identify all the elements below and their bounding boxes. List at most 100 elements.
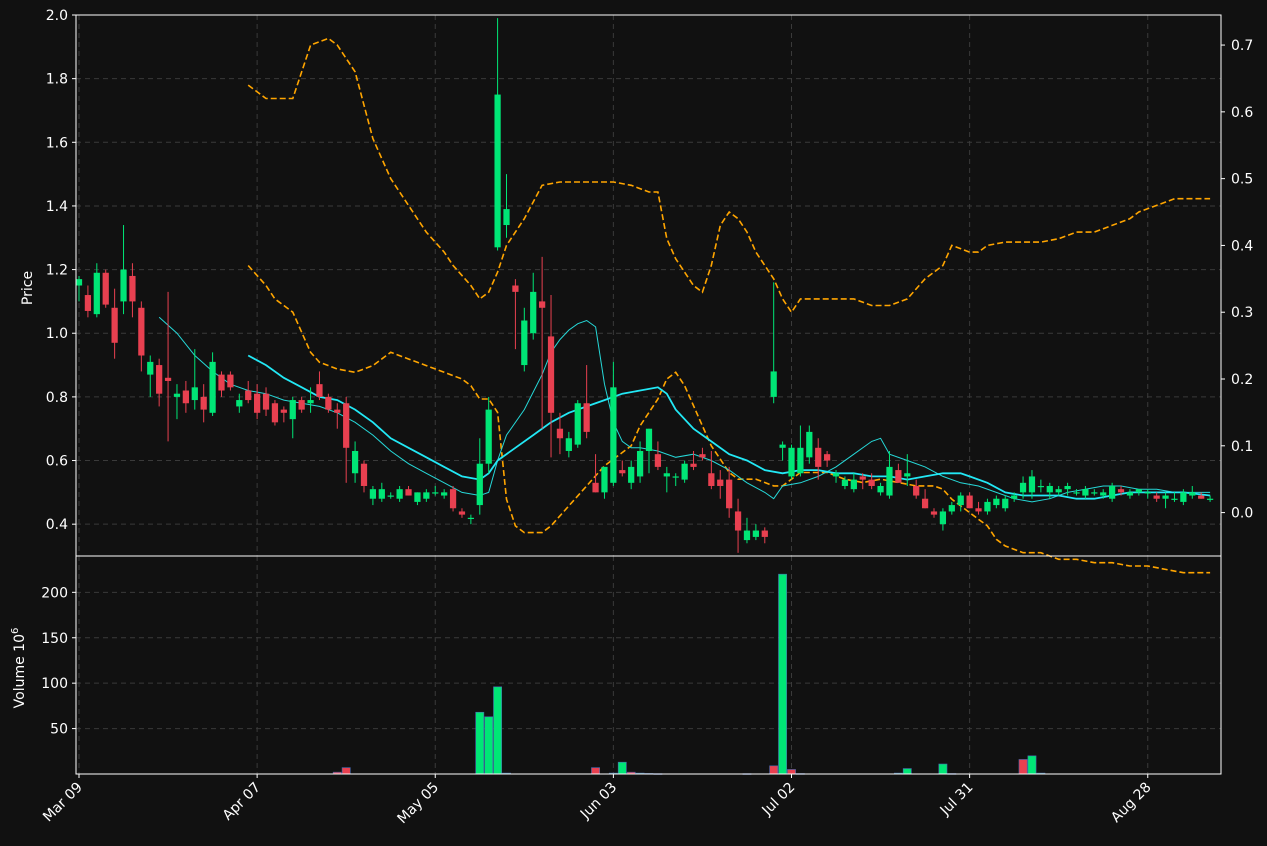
volume-bar	[493, 686, 502, 775]
candle-body	[619, 470, 626, 474]
candle-body	[574, 403, 581, 445]
candle-body	[628, 466, 635, 483]
candle-body	[547, 336, 555, 413]
volume-bar	[484, 716, 494, 775]
candle-body	[850, 479, 857, 490]
candle-body	[1135, 489, 1142, 493]
candle-body	[797, 447, 804, 474]
candle-body	[654, 454, 662, 467]
candle-body	[1117, 489, 1125, 493]
volume-bar	[475, 711, 485, 775]
price-tick-label: 2.0	[46, 8, 68, 24]
secondary-tick-label: 0.6	[1231, 105, 1253, 121]
candle-body	[530, 291, 537, 334]
price-tick-label: 0.6	[46, 454, 68, 470]
candle-body	[164, 377, 172, 381]
candle-body	[325, 396, 332, 410]
candle-body	[432, 492, 439, 494]
candle-body	[806, 431, 813, 458]
candle-body	[1189, 492, 1196, 496]
candle-body	[939, 511, 947, 525]
candle-body	[209, 361, 216, 413]
candle	[271, 400, 279, 426]
candle-body	[966, 495, 973, 509]
candle-body	[467, 517, 474, 520]
candle-body	[227, 374, 234, 388]
candle-body	[1019, 482, 1027, 493]
candle-body	[761, 530, 768, 537]
candle-body	[1171, 498, 1178, 500]
candle-body	[191, 387, 198, 401]
candle-body	[1064, 485, 1071, 490]
candle-body	[539, 301, 546, 308]
candle-body	[743, 530, 751, 541]
candle-body	[984, 501, 991, 512]
candle-body	[645, 428, 653, 451]
candle-body	[316, 384, 323, 397]
candle-body	[708, 473, 715, 486]
candle-body	[601, 466, 608, 493]
candle	[574, 400, 581, 448]
candle-body	[378, 489, 385, 499]
candle-body	[156, 365, 163, 394]
candle-body	[824, 454, 831, 461]
candle-body	[779, 444, 786, 448]
candle-body	[458, 511, 466, 515]
volume-bar	[617, 761, 627, 775]
candle-body	[441, 492, 448, 496]
volume-axis-label: Volume 106	[10, 628, 28, 709]
volume-bar	[1027, 755, 1037, 775]
candle-body	[494, 94, 501, 248]
candle-body	[1046, 485, 1053, 493]
candle-body	[672, 476, 679, 478]
volume-axis-exponent: 6	[10, 628, 21, 634]
volume-bar	[787, 769, 796, 775]
candle-body	[200, 396, 207, 410]
candle	[209, 352, 216, 416]
price-tick-label: 1.8	[46, 72, 68, 88]
candle-body	[975, 508, 982, 512]
candle-body	[636, 450, 644, 477]
candle-body	[832, 473, 840, 477]
candle-body	[1055, 489, 1062, 493]
secondary-tick-label: 0.7	[1231, 38, 1253, 54]
candle-body	[1198, 495, 1205, 499]
volume-tick-label: 50	[50, 722, 68, 738]
candle-body	[245, 390, 252, 401]
candle-body	[289, 400, 296, 420]
candle-body	[948, 505, 955, 512]
candle-body	[957, 495, 964, 506]
candle	[449, 485, 457, 512]
volume-bar	[591, 767, 600, 775]
candle-body	[503, 209, 510, 226]
candle-body	[1126, 492, 1134, 496]
candle-body	[405, 489, 412, 496]
volume-tick-label: 100	[41, 676, 68, 692]
candle-body	[396, 489, 403, 499]
candle-body	[788, 447, 795, 477]
candle-body	[521, 320, 528, 366]
candle-body	[681, 463, 688, 480]
secondary-tick-label: 0.5	[1231, 172, 1253, 188]
candle	[681, 460, 688, 483]
candle-body	[84, 295, 92, 311]
candle-body	[663, 473, 670, 477]
candle-body	[1028, 476, 1036, 493]
volume-axis-label-text: Volume 10	[12, 634, 28, 708]
candle-body	[913, 485, 920, 496]
candle-body	[129, 275, 136, 302]
secondary-tick-label: 0.4	[1231, 238, 1253, 254]
candle-body	[334, 409, 341, 413]
price-axis-label: Price	[20, 271, 36, 305]
candle-body	[351, 450, 359, 474]
price-tick-label: 1.6	[46, 135, 68, 151]
candle-body	[147, 361, 154, 375]
candle-body	[485, 409, 492, 464]
candle-body	[1206, 498, 1214, 500]
volume-bar	[778, 573, 787, 775]
candle-body	[236, 400, 243, 407]
candle-body	[930, 511, 938, 515]
candle-body	[815, 447, 822, 467]
stock-chart: 0.4 0.6 0.8 1.0 1.2 1.4 1.6 1.8 2.0 0.0 0.1 0.2 0.3…	[0, 0, 1267, 846]
candle-body	[307, 400, 314, 404]
